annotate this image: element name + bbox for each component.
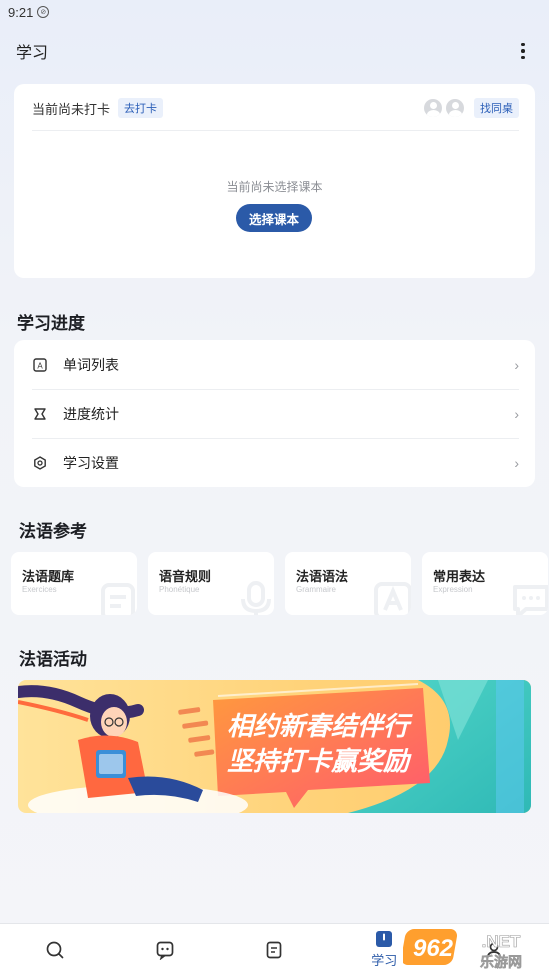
avatar bbox=[446, 99, 464, 117]
grammar-card[interactable]: 法语语法 Grammaire bbox=[285, 552, 411, 615]
notes-icon bbox=[267, 941, 282, 958]
progress-card: A 单词列表 › 进度统计 › 学习设置 › bbox=[14, 340, 535, 487]
card-subtitle: Exercices bbox=[22, 585, 57, 594]
progress-section-title: 学习进度 bbox=[17, 314, 85, 333]
go-checkin-button[interactable]: 去打卡 bbox=[118, 98, 164, 118]
row-label: 单词列表 bbox=[63, 356, 119, 373]
banner-illustration: 相约新春结伴行 坚持打卡赢奖励 bbox=[18, 680, 531, 813]
card-title: 常用表达 bbox=[433, 569, 486, 584]
chevron-right-icon: › bbox=[514, 356, 519, 373]
search-icon bbox=[46, 941, 64, 958]
watermark-text-3: 乐游网 bbox=[480, 954, 522, 971]
card-title: 法语语法 bbox=[296, 569, 349, 584]
chevron-right-icon: › bbox=[514, 405, 519, 422]
row-label: 进度统计 bbox=[63, 405, 119, 422]
status-bar: 9:21 ⊘ bbox=[0, 0, 549, 24]
watermark-logo: 962 .NET 乐游网 bbox=[403, 929, 522, 971]
watermark-text-2: .NET bbox=[482, 932, 521, 951]
row-label: 学习设置 bbox=[63, 454, 119, 471]
microphone-icon bbox=[241, 581, 271, 615]
chevron-right-icon: › bbox=[514, 454, 519, 471]
word-list-row[interactable]: A 单词列表 › bbox=[14, 340, 535, 389]
card-subtitle: Grammaire bbox=[296, 585, 337, 594]
activity-section-title: 法语活动 bbox=[19, 650, 87, 669]
progress-stats-row[interactable]: 进度统计 › bbox=[14, 389, 535, 438]
banner-line-2: 坚持打卡赢奖励 bbox=[227, 746, 412, 776]
svg-text:A: A bbox=[37, 361, 43, 370]
notification-icon: ⊘ bbox=[37, 6, 50, 18]
tab-notes[interactable] bbox=[220, 924, 330, 975]
letter-a-icon bbox=[374, 582, 411, 615]
page-title: 学习 bbox=[16, 45, 49, 62]
phonetics-card[interactable]: 语音规则 Phonétique bbox=[148, 552, 274, 615]
app-header: 学习 bbox=[0, 36, 549, 66]
study-icon bbox=[376, 931, 393, 947]
more-vertical-icon[interactable] bbox=[513, 39, 533, 63]
avatar bbox=[424, 99, 442, 117]
chat-icon bbox=[156, 941, 174, 960]
study-settings-row[interactable]: 学习设置 › bbox=[14, 438, 535, 487]
tab-chat[interactable] bbox=[110, 924, 220, 975]
card-title: 法语题库 bbox=[22, 569, 75, 584]
status-time: 9:21 bbox=[8, 4, 34, 20]
exercises-card[interactable]: 法语题库 Exercices bbox=[11, 552, 137, 615]
divider bbox=[32, 130, 519, 131]
no-book-text: 当前尚未选择课本 bbox=[226, 180, 323, 194]
chat-bubble-icon bbox=[513, 585, 548, 615]
card-subtitle: Phonétique bbox=[159, 585, 200, 594]
document-icon bbox=[101, 583, 135, 615]
checkin-header: 当前尚未打卡 去打卡 找同桌 bbox=[32, 98, 519, 118]
activity-banner[interactable]: 相约新春结伴行 坚持打卡赢奖励 bbox=[18, 680, 531, 813]
tab-label: 学习 bbox=[371, 953, 398, 968]
card-title: 语音规则 bbox=[159, 569, 212, 584]
reference-section-title: 法语参考 bbox=[19, 522, 87, 541]
find-desk-mate-button[interactable]: 找同桌 bbox=[474, 98, 519, 118]
expressions-card[interactable]: 常用表达 Expression bbox=[422, 552, 548, 615]
progress-stats-icon bbox=[32, 406, 47, 421]
desk-mate-avatars[interactable] bbox=[424, 99, 464, 117]
card-subtitle: Expression bbox=[433, 585, 473, 594]
tab-search[interactable] bbox=[0, 924, 110, 975]
checkin-card: 当前尚未打卡 去打卡 找同桌 当前尚未选择课本 选择课本 bbox=[14, 84, 535, 278]
word-list-icon: A bbox=[32, 357, 47, 372]
checkin-status: 当前尚未打卡 bbox=[32, 101, 111, 117]
banner-line-1: 相约新春结伴行 bbox=[227, 711, 413, 741]
watermark-text-1: 962 bbox=[413, 935, 454, 962]
choose-book-button[interactable]: 选择课本 bbox=[236, 204, 312, 232]
settings-icon bbox=[32, 455, 47, 470]
